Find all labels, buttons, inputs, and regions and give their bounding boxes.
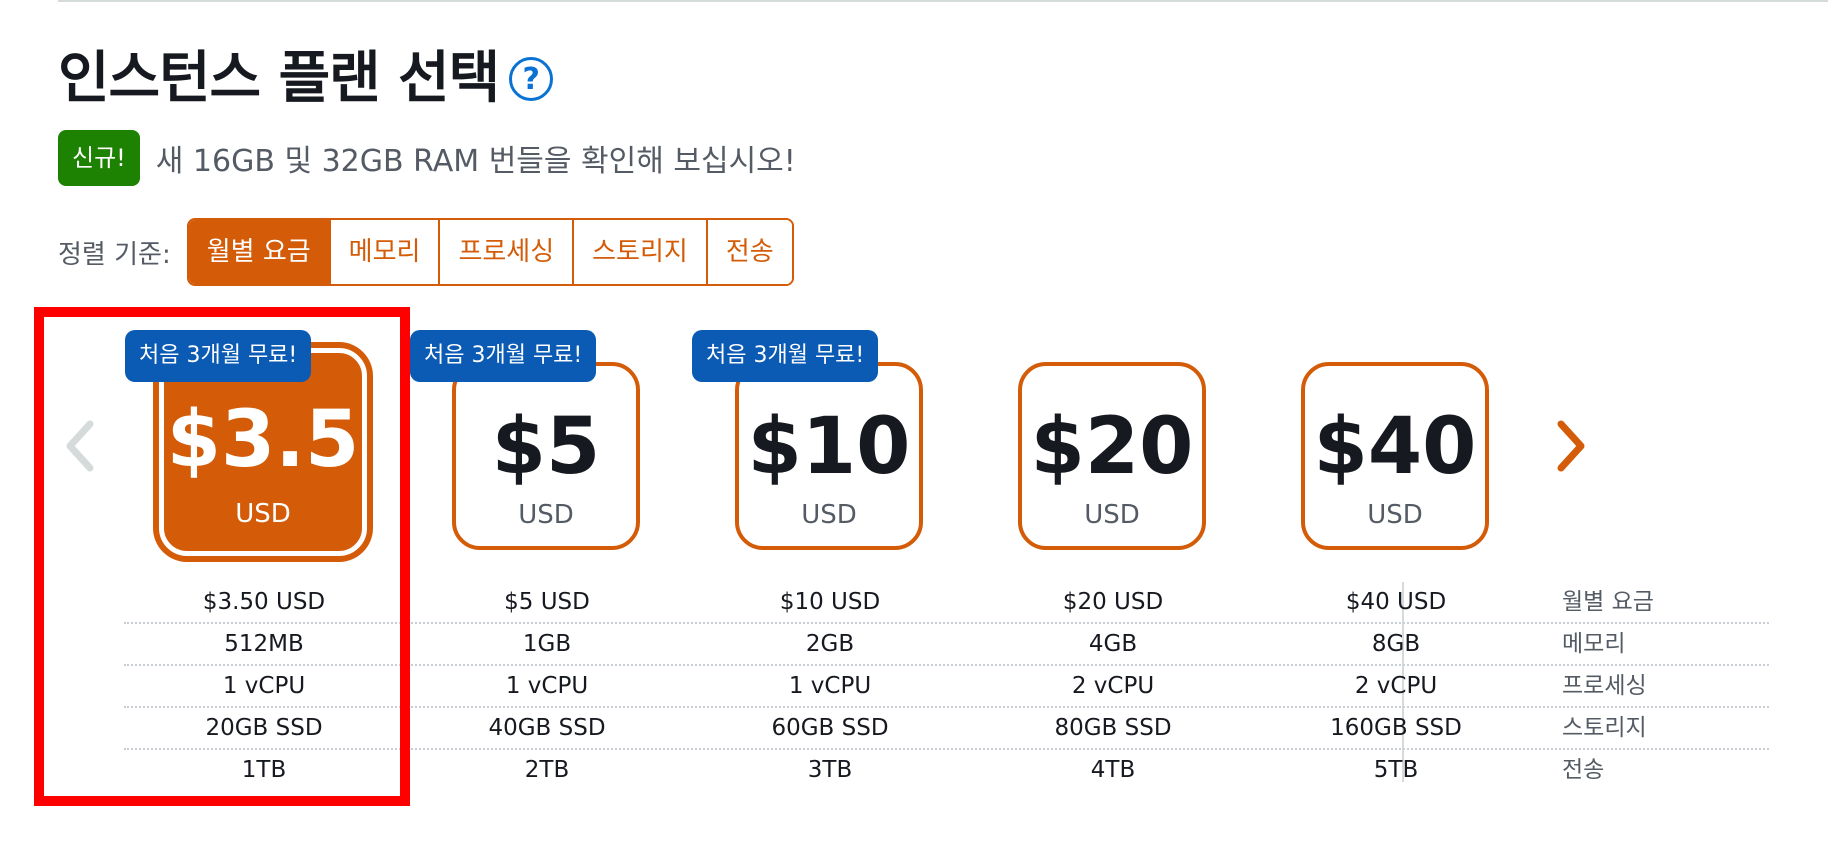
- page-title: 인스턴스 플랜 선택: [58, 46, 500, 111]
- plan-price: $10: [747, 402, 911, 492]
- sort-storage-button[interactable]: 스토리지: [574, 220, 708, 284]
- spec-cell: 1 vCPU: [788, 673, 872, 699]
- plan-card-20[interactable]: $20 USD: [1018, 362, 1206, 550]
- sort-monthly-price-button[interactable]: 월별 요금: [188, 220, 331, 284]
- free-trial-badge: 처음 3개월 무료!: [410, 330, 597, 382]
- plan-card-40[interactable]: $40 USD: [1301, 362, 1489, 550]
- spec-cell: 5TB: [1373, 757, 1419, 783]
- spec-cell: 2TB: [524, 757, 570, 783]
- plan-currency: USD: [801, 500, 857, 530]
- announcement-text: 새 16GB 및 32GB RAM 번들을 확인해 보십시오!: [155, 144, 796, 179]
- selected-plan-highlight: [34, 307, 410, 806]
- free-trial-badge: 처음 3개월 무료!: [692, 330, 879, 382]
- plan-price: $20: [1030, 402, 1194, 492]
- spec-cell: 160GB SSD: [1330, 715, 1462, 741]
- spec-cell: 2 vCPU: [1354, 673, 1438, 699]
- spec-cell: 80GB SSD: [1054, 715, 1172, 741]
- announcement: 신규! 새 16GB 및 32GB RAM 번들을 확인해 보십시오!: [58, 130, 796, 186]
- sort-memory-button[interactable]: 메모리: [330, 220, 441, 284]
- plan-card-10[interactable]: $10 USD: [735, 362, 923, 550]
- spec-cell: 4GB: [1088, 631, 1138, 657]
- plan-price: $40: [1313, 402, 1477, 492]
- help-icon[interactable]: ?: [509, 57, 554, 101]
- plan-currency: USD: [1367, 500, 1423, 530]
- spec-cell: 2 vCPU: [1071, 673, 1155, 699]
- spec-cell: 4TB: [1090, 757, 1136, 783]
- spec-row-label: 스토리지: [1562, 715, 1647, 741]
- spec-cell: 60GB SSD: [771, 715, 889, 741]
- spec-row-label: 월별 요금: [1562, 589, 1654, 615]
- sort-transfer-button[interactable]: 전송: [707, 220, 792, 284]
- spec-cell: 3TB: [807, 757, 853, 783]
- spec-cell: 1GB: [522, 631, 572, 657]
- spec-row-label: 프로세싱: [1562, 673, 1647, 699]
- spec-cell: 1 vCPU: [505, 673, 589, 699]
- sort-processing-button[interactable]: 프로세싱: [440, 220, 575, 284]
- spec-cell: 40GB SSD: [488, 715, 606, 741]
- spec-cell: 8GB: [1371, 631, 1421, 657]
- spec-cell: $5 USD: [504, 589, 590, 615]
- page-title-row: 인스턴스 플랜 선택 ?: [58, 44, 554, 114]
- chevron-right-icon[interactable]: [1555, 420, 1587, 472]
- spec-cell: $20 USD: [1062, 589, 1164, 615]
- sort-controls: 정렬 기준: 월별 요금 메모리 프로세싱 스토리지 전송: [58, 218, 794, 286]
- spec-cell: $40 USD: [1345, 589, 1447, 615]
- spec-cell: 2GB: [805, 631, 855, 657]
- plan-card-5[interactable]: $5 USD: [452, 362, 640, 550]
- sort-label: 정렬 기준:: [58, 239, 171, 270]
- sort-segmented-control: 월별 요금 메모리 프로세싱 스토리지 전송: [186, 218, 794, 286]
- plan-currency: USD: [518, 500, 574, 530]
- spec-row-label: 메모리: [1562, 631, 1626, 657]
- spec-cell: $10 USD: [779, 589, 881, 615]
- plan-price: $5: [491, 402, 601, 492]
- plan-currency: USD: [1084, 500, 1140, 530]
- new-badge: 신규!: [58, 130, 140, 186]
- spec-row-label: 전송: [1562, 757, 1605, 783]
- top-divider: [58, 0, 1828, 2]
